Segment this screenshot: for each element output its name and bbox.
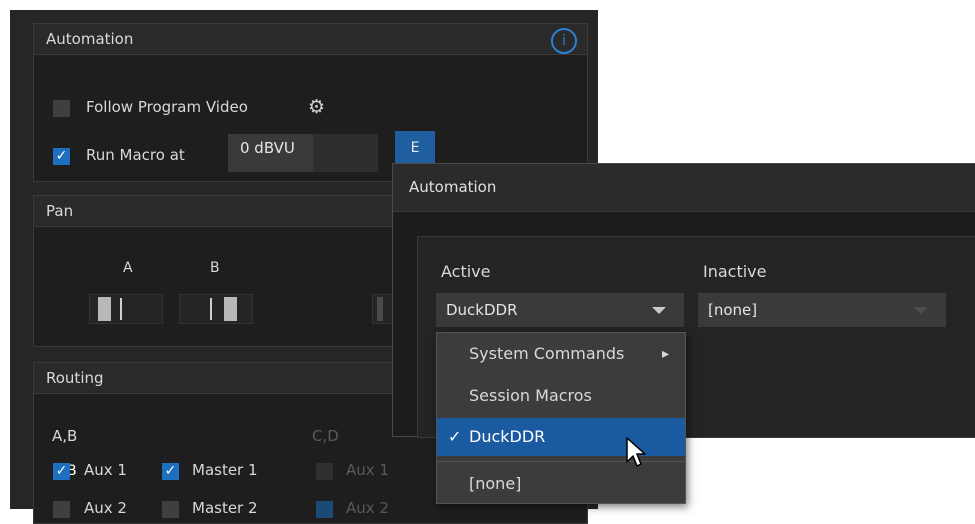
aux2-label: Aux 2 <box>84 499 127 517</box>
menu-item-none[interactable]: [none] <box>437 465 685 503</box>
master1-checkbox[interactable]: ✓ <box>162 463 179 480</box>
popup-title: Automation <box>409 178 497 196</box>
aux1-label: Aux 1 <box>84 461 127 479</box>
pan-slider-a-marker <box>120 298 122 320</box>
info-icon[interactable]: i <box>551 28 577 54</box>
follow-program-video-label: Follow Program Video <box>86 98 248 116</box>
follow-program-video-checkbox[interactable] <box>53 100 70 117</box>
pan-slider-c-handle <box>377 297 383 321</box>
routing-title: Routing <box>46 369 104 387</box>
routing-group-cd: C,D <box>312 427 339 445</box>
active-macro-value: DuckDDR <box>446 301 518 319</box>
pan-channel-a-label: A <box>123 260 133 276</box>
macro-level-value: 0 dBVU <box>240 139 295 157</box>
automation-header: Automation <box>34 24 587 55</box>
menu-item-label: Session Macros <box>469 386 592 405</box>
active-macro-select[interactable]: DuckDDR <box>436 293 684 327</box>
menu-item-label: [none] <box>469 474 522 493</box>
macro-dropdown-menu: System Commands ▸ Session Macros ✓ DuckD… <box>436 332 686 504</box>
routing-group-ab: A,B <box>52 427 78 445</box>
master1-label: Master 1 <box>192 461 258 479</box>
gear-icon[interactable]: ⚙ <box>308 96 325 118</box>
pan-title: Pan <box>46 202 74 220</box>
master2-label: Master 2 <box>192 499 258 517</box>
run-macro-checkbox[interactable]: ✓ <box>53 148 70 165</box>
menu-item-label: DuckDDR <box>469 427 546 446</box>
menu-item-session-macros[interactable]: Session Macros <box>437 377 685 415</box>
active-label: Active <box>441 262 491 281</box>
aux1-cd-checkbox[interactable] <box>316 463 333 480</box>
chevron-down-icon <box>914 307 928 314</box>
pan-slider-a[interactable] <box>89 294 163 324</box>
mouse-cursor-icon <box>626 437 646 467</box>
pan-slider-a-handle[interactable] <box>98 297 111 321</box>
pan-slider-b-marker <box>210 298 212 320</box>
run-macro-label: Run Macro at <box>86 146 185 164</box>
submenu-arrow-icon: ▸ <box>662 346 670 362</box>
pan-channel-b-label: B <box>210 260 220 276</box>
master2-checkbox[interactable] <box>162 501 179 518</box>
aux2-cd-label: Aux 2 <box>346 499 389 517</box>
menu-item-label: System Commands <box>469 344 625 363</box>
edit-macro-button[interactable]: E <box>395 131 435 165</box>
automation-title: Automation <box>46 30 134 48</box>
macro-level-field[interactable]: 0 dBVU <box>228 134 378 172</box>
inactive-label: Inactive <box>703 262 767 281</box>
menu-item-system-commands[interactable]: System Commands ▸ <box>437 335 685 373</box>
pan-slider-b[interactable] <box>179 294 253 324</box>
aux1-cd-label: Aux 1 <box>346 461 389 479</box>
chevron-down-icon <box>652 307 666 314</box>
inactive-macro-value: [none] <box>708 301 758 319</box>
pan-slider-b-handle[interactable] <box>224 297 237 321</box>
inactive-macro-select[interactable]: [none] <box>698 293 946 327</box>
aux2-checkbox[interactable] <box>53 501 70 518</box>
automation-section: Automation i Follow Program Video ⚙ ✓ Ru… <box>33 23 588 182</box>
popup-title-bar: Automation <box>393 164 975 212</box>
check-icon: ✓ <box>448 427 462 446</box>
aux2-cd-checkbox[interactable] <box>316 501 333 518</box>
aux1-check-mark: ✓ <box>53 463 70 480</box>
